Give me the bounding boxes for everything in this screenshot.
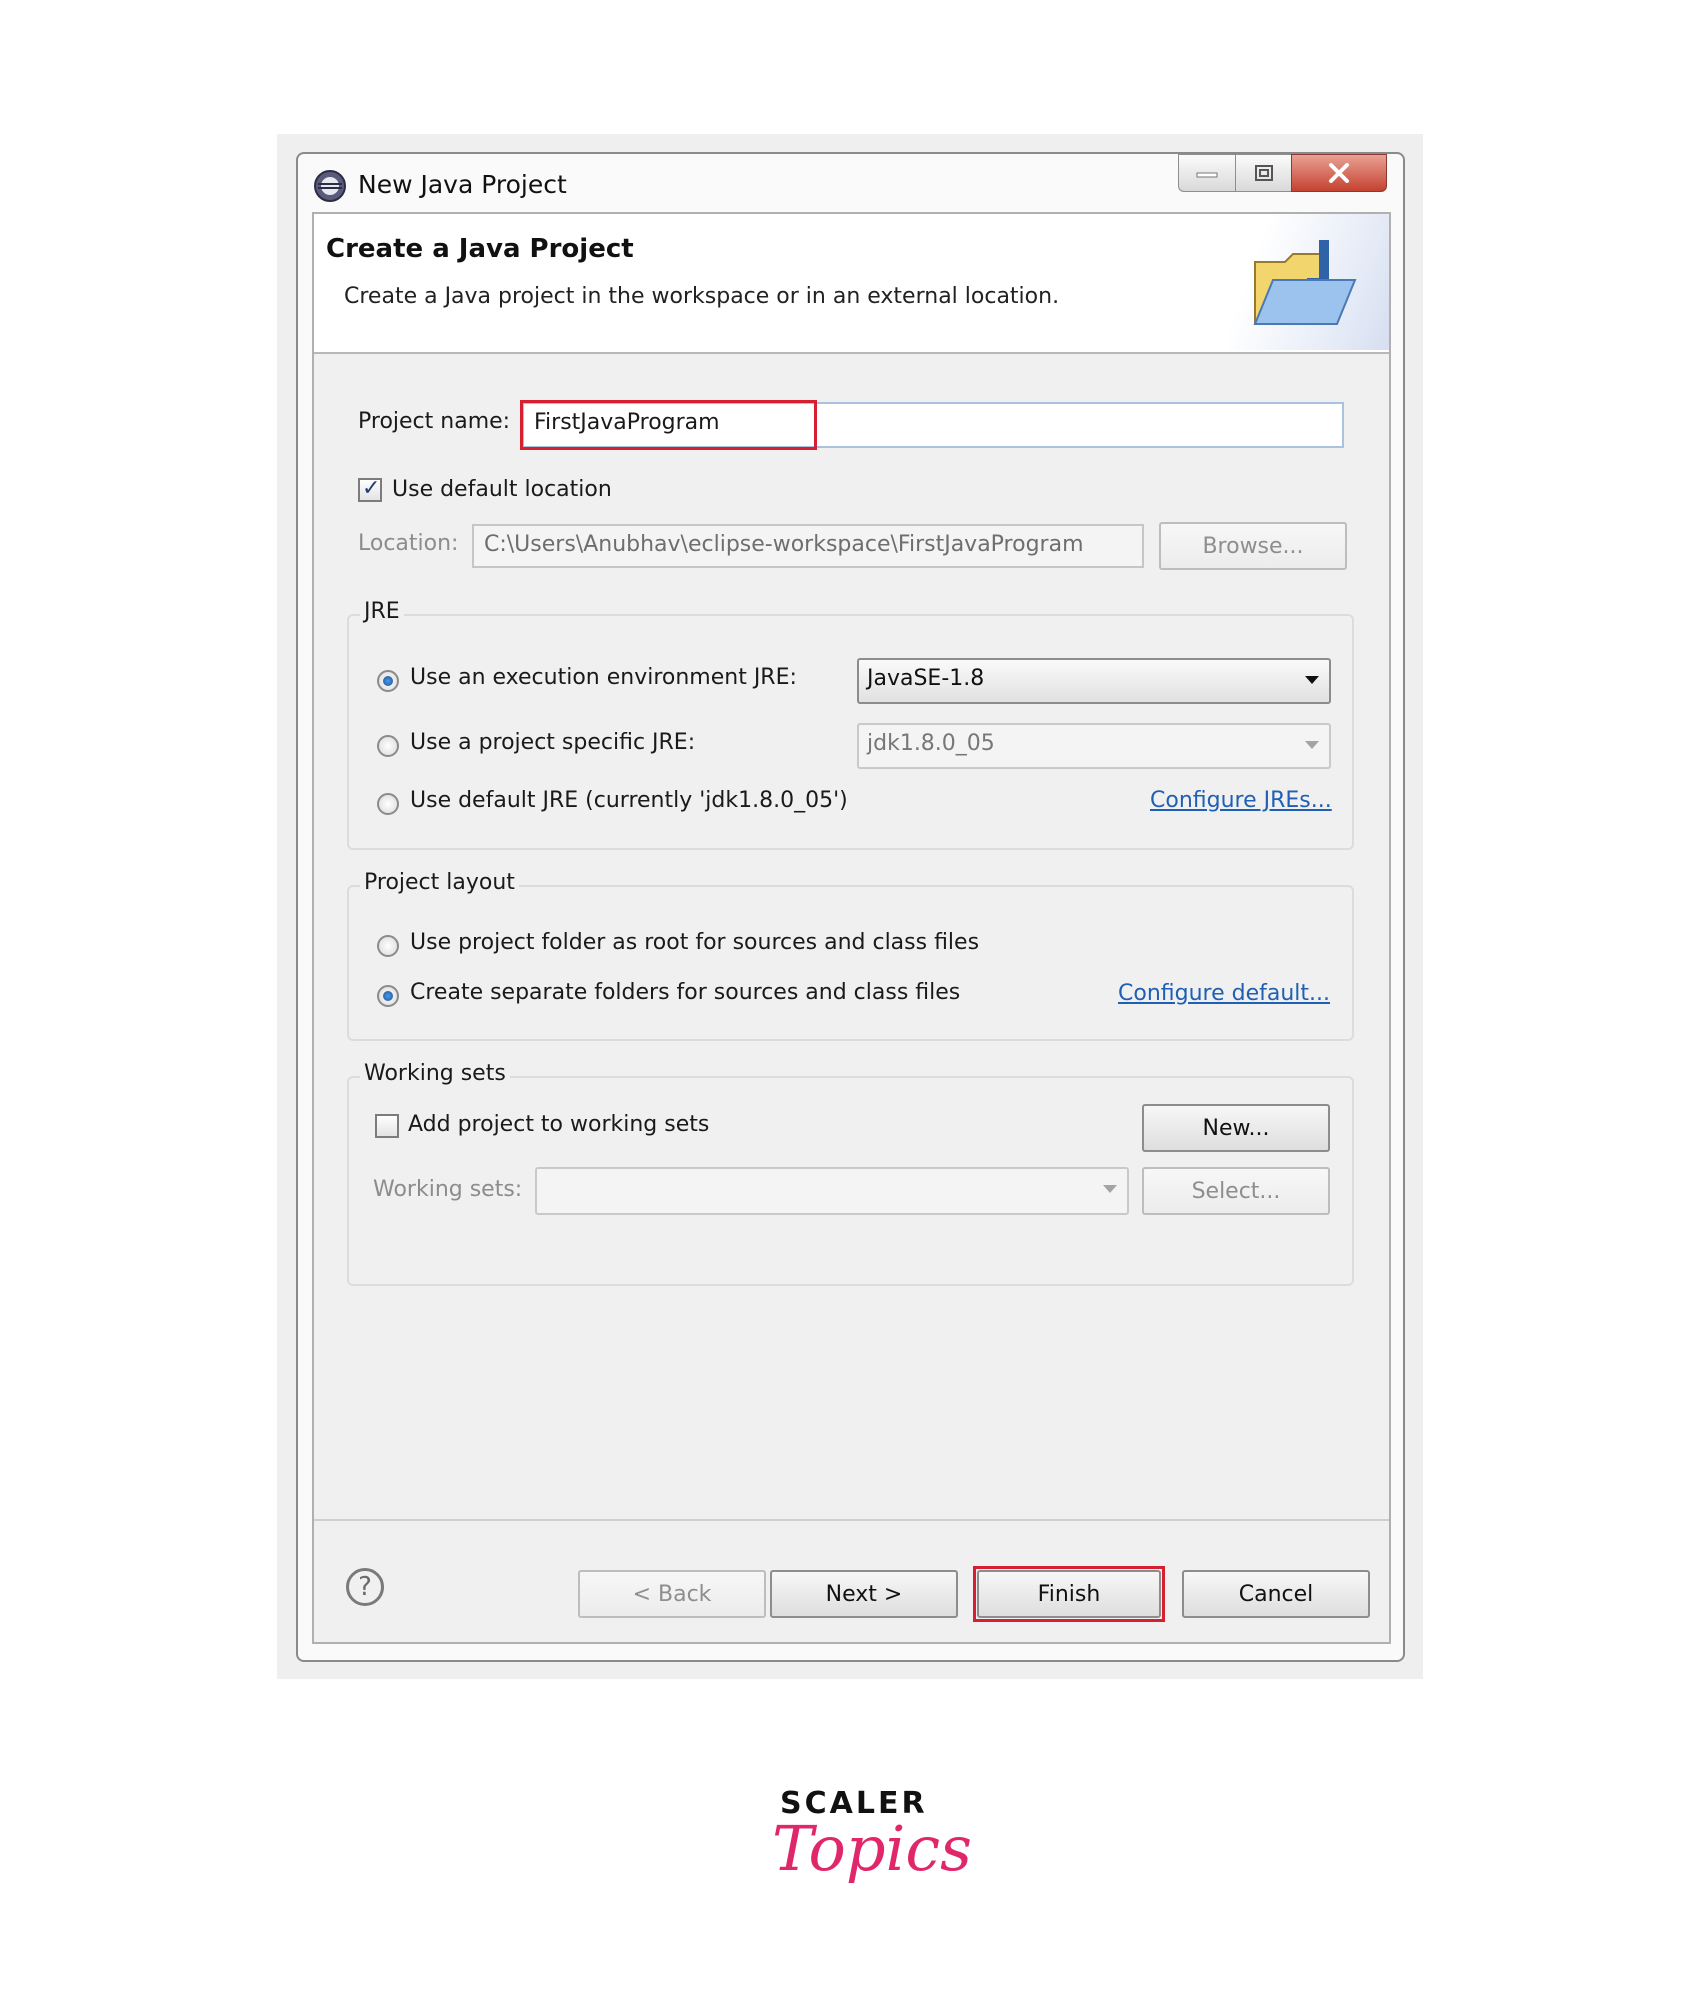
maximize-icon	[1254, 165, 1273, 181]
wizard-description: Create a Java project in the workspace o…	[344, 284, 1060, 309]
jre-env-radio[interactable]	[377, 670, 399, 692]
jre-default-label: Use default JRE (currently 'jdk1.8.0_05'…	[410, 788, 848, 813]
browse-button[interactable]: Browse...	[1159, 522, 1347, 570]
jre-env-label: Use an execution environment JRE:	[410, 665, 797, 690]
wizard-title: Create a Java Project	[326, 234, 634, 264]
next-button[interactable]: Next >	[770, 1570, 958, 1618]
window-title: New Java Project	[358, 170, 567, 199]
working-sets-select[interactable]	[535, 1167, 1129, 1215]
finish-highlight	[973, 1566, 1165, 1622]
project-name-highlight	[520, 400, 817, 450]
close-icon	[1329, 163, 1349, 183]
add-to-working-sets-label: Add project to working sets	[408, 1112, 710, 1137]
maximize-button[interactable]	[1235, 154, 1292, 192]
select-working-set-button[interactable]: Select...	[1142, 1167, 1330, 1215]
topics-logo-text: Topics	[772, 1812, 972, 1885]
dropdown-arrow-icon	[1305, 676, 1319, 684]
use-default-location-label: Use default location	[392, 477, 612, 502]
dropdown-arrow-icon	[1305, 741, 1319, 749]
close-button[interactable]	[1291, 154, 1387, 192]
jre-default-radio[interactable]	[377, 793, 399, 815]
layout-root-radio[interactable]	[377, 935, 399, 957]
location-label: Location:	[358, 531, 459, 556]
wizard-banner: Create a Java Project Create a Java proj…	[314, 214, 1389, 354]
project-specific-jre-select[interactable]: jdk1.8.0_05	[857, 723, 1331, 769]
jre-specific-radio[interactable]	[377, 735, 399, 757]
execution-environment-select[interactable]: JavaSE-1.8	[857, 658, 1331, 704]
project-name-label: Project name:	[358, 409, 511, 434]
working-sets-legend: Working sets	[360, 1061, 510, 1086]
footer-separator	[314, 1519, 1389, 1521]
cancel-button[interactable]: Cancel	[1182, 1570, 1370, 1618]
project-layout-group	[347, 885, 1354, 1041]
working-sets-label: Working sets:	[373, 1177, 523, 1202]
minimize-icon	[1196, 172, 1218, 178]
folder-icon	[1253, 240, 1357, 325]
layout-root-label: Use project folder as root for sources a…	[410, 930, 980, 955]
dropdown-arrow-icon	[1103, 1185, 1117, 1193]
minimize-button[interactable]	[1178, 154, 1236, 192]
use-default-location-checkbox[interactable]: ✓	[358, 476, 382, 502]
project-specific-jre-value: jdk1.8.0_05	[867, 731, 995, 756]
location-input[interactable]: C:\Users\Anubhav\eclipse-workspace\First…	[472, 524, 1144, 568]
help-icon: ?	[358, 1572, 372, 1602]
banner-art	[1229, 214, 1389, 350]
execution-environment-value: JavaSE-1.8	[867, 666, 985, 691]
jre-legend: JRE	[360, 599, 404, 624]
project-layout-legend: Project layout	[360, 870, 519, 895]
new-java-project-dialog: New Java Project Create a Java Project C…	[296, 152, 1405, 1662]
dialog-content: Create a Java Project Create a Java proj…	[312, 212, 1391, 1644]
new-working-set-button[interactable]: New...	[1142, 1104, 1330, 1152]
add-to-working-sets-checkbox[interactable]	[375, 1114, 399, 1138]
back-button[interactable]: < Back	[578, 1570, 766, 1618]
help-button[interactable]: ?	[346, 1568, 384, 1606]
layout-separate-radio[interactable]	[377, 985, 399, 1007]
jre-specific-label: Use a project specific JRE:	[410, 730, 696, 755]
checkmark-icon: ✓	[362, 476, 381, 501]
configure-default-link[interactable]: Configure default...	[1118, 981, 1330, 1006]
eclipse-app-icon	[314, 170, 346, 202]
configure-jres-link[interactable]: Configure JREs...	[1150, 788, 1332, 813]
title-bar[interactable]: New Java Project	[298, 154, 1403, 212]
layout-separate-label: Create separate folders for sources and …	[410, 980, 961, 1005]
